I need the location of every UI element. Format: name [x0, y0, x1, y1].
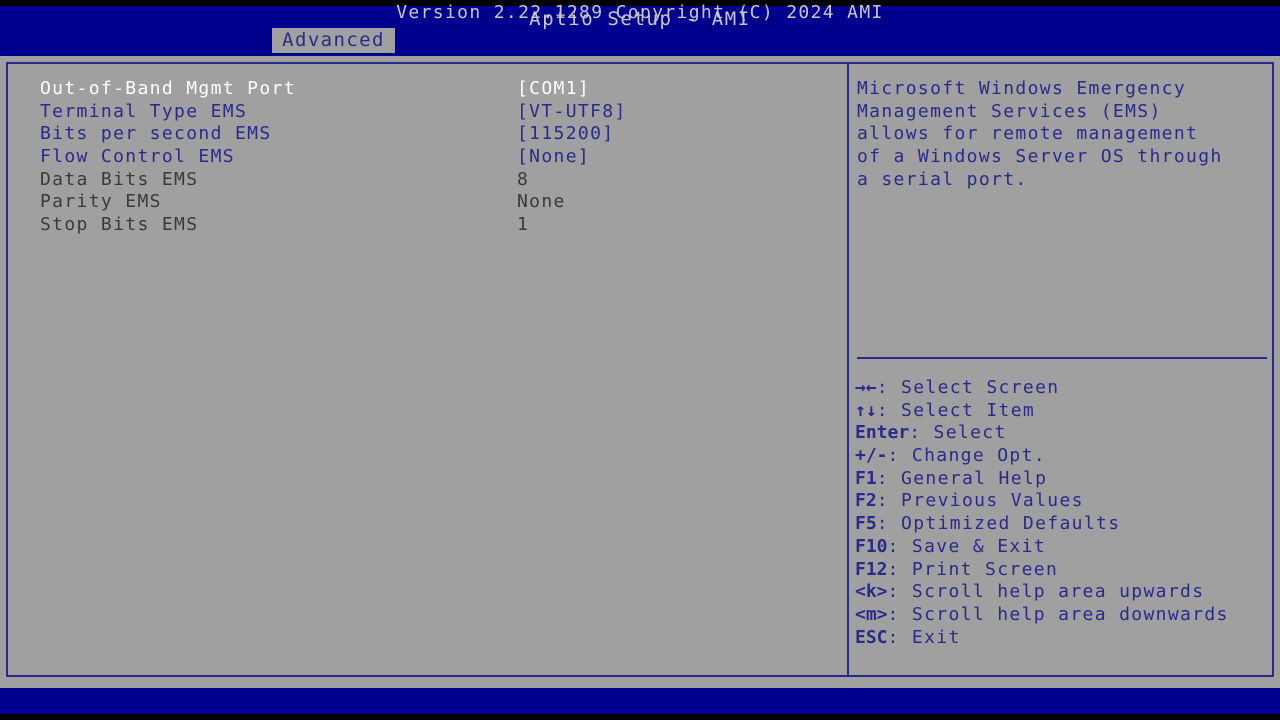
legend-item: ESC: Exit: [855, 627, 1271, 650]
legend-item: F5: Optimized Defaults: [855, 513, 1271, 536]
setting-row: Parity EMS None: [40, 191, 830, 214]
legend-key: →←: [855, 377, 877, 398]
setting-row: Data Bits EMS 8: [40, 169, 830, 192]
legend-key: F2: [855, 490, 877, 511]
legend-item: →←: Select Screen: [855, 377, 1271, 400]
setting-row[interactable]: Terminal Type EMS [VT-UTF8]: [40, 101, 830, 124]
tab-advanced[interactable]: Advanced: [272, 28, 395, 53]
settings-panel: Out-of-Band Mgmt Port[COM1]Terminal Type…: [6, 62, 849, 677]
legend-item: ↑↓: Select Item: [855, 400, 1271, 423]
legend-action: : Previous Values: [877, 490, 1084, 511]
setting-label: Bits per second EMS: [40, 123, 272, 144]
setting-label: Out-of-Band Mgmt Port: [40, 78, 296, 99]
legend-key: ESC: [855, 627, 888, 648]
legend-key: ↑↓: [855, 400, 877, 421]
legend-action: : Scroll help area upwards: [888, 581, 1205, 602]
settings-list: Out-of-Band Mgmt Port[COM1]Terminal Type…: [40, 78, 830, 237]
legend-item: F12: Print Screen: [855, 559, 1271, 582]
setting-label: Parity EMS: [40, 191, 162, 212]
setting-value[interactable]: [115200]: [517, 123, 615, 144]
legend-action: : Change Opt.: [888, 445, 1046, 466]
legend-action: : Optimized Defaults: [877, 513, 1121, 534]
setting-row[interactable]: Flow Control EMS [None]: [40, 146, 830, 169]
legend-action: : Save & Exit: [888, 536, 1046, 557]
setting-label: Stop Bits EMS: [40, 214, 198, 235]
setting-value[interactable]: [None]: [517, 146, 590, 167]
version-text: Version 2.22.1289 Copyright (C) 2024 AMI: [0, 2, 1280, 23]
legend-key: <k>: [855, 581, 888, 602]
legend-key: F5: [855, 513, 877, 534]
legend-item: F10: Save & Exit: [855, 536, 1271, 559]
legend-item: F1: General Help: [855, 468, 1271, 491]
legend-action: : Exit: [888, 627, 961, 648]
setting-row: Stop Bits EMS 1: [40, 214, 830, 237]
legend-action: : Select Item: [877, 400, 1035, 421]
footer-bar: [0, 688, 1280, 714]
legend-item: <k>: Scroll help area upwards: [855, 581, 1271, 604]
bios-setup-screen: Aptio Setup - AMI Advanced Out-of-Band M…: [0, 0, 1280, 720]
help-panel: Microsoft Windows Emergency Management S…: [847, 62, 1274, 677]
setting-row[interactable]: Bits per second EMS [115200]: [40, 123, 830, 146]
setting-row[interactable]: Out-of-Band Mgmt Port [COM1]: [40, 78, 830, 101]
legend-key: <m>: [855, 604, 888, 625]
legend-action: : Scroll help area downwards: [888, 604, 1229, 625]
legend-item: Enter: Select: [855, 422, 1271, 445]
legend-action: : Select Screen: [877, 377, 1060, 398]
bottom-margin: [0, 714, 1280, 720]
setting-value: 1: [517, 214, 529, 235]
setting-value[interactable]: [VT-UTF8]: [517, 101, 627, 122]
setting-label: Terminal Type EMS: [40, 101, 247, 122]
legend-action: : General Help: [877, 468, 1048, 489]
legend-item: <m>: Scroll help area downwards: [855, 604, 1271, 627]
legend-key: Enter: [855, 422, 909, 443]
help-description: Microsoft Windows Emergency Management S…: [857, 78, 1267, 192]
legend-key: F1: [855, 468, 877, 489]
setting-label: Flow Control EMS: [40, 146, 235, 167]
legend-item: +/-: Change Opt.: [855, 445, 1271, 468]
legend-action: : Select: [909, 422, 1007, 443]
setting-label: Data Bits EMS: [40, 169, 198, 190]
help-divider: [857, 357, 1267, 359]
legend-key: F10: [855, 536, 888, 557]
legend-key: F12: [855, 559, 888, 580]
setting-value: None: [517, 191, 566, 212]
legend-action: : Print Screen: [888, 559, 1059, 580]
legend-key: +/-: [855, 445, 888, 466]
setting-value[interactable]: [COM1]: [517, 78, 590, 99]
setting-value: 8: [517, 169, 529, 190]
legend-item: F2: Previous Values: [855, 490, 1271, 513]
key-legend: →←: Select Screen↑↓: Select ItemEnter: S…: [855, 377, 1271, 649]
